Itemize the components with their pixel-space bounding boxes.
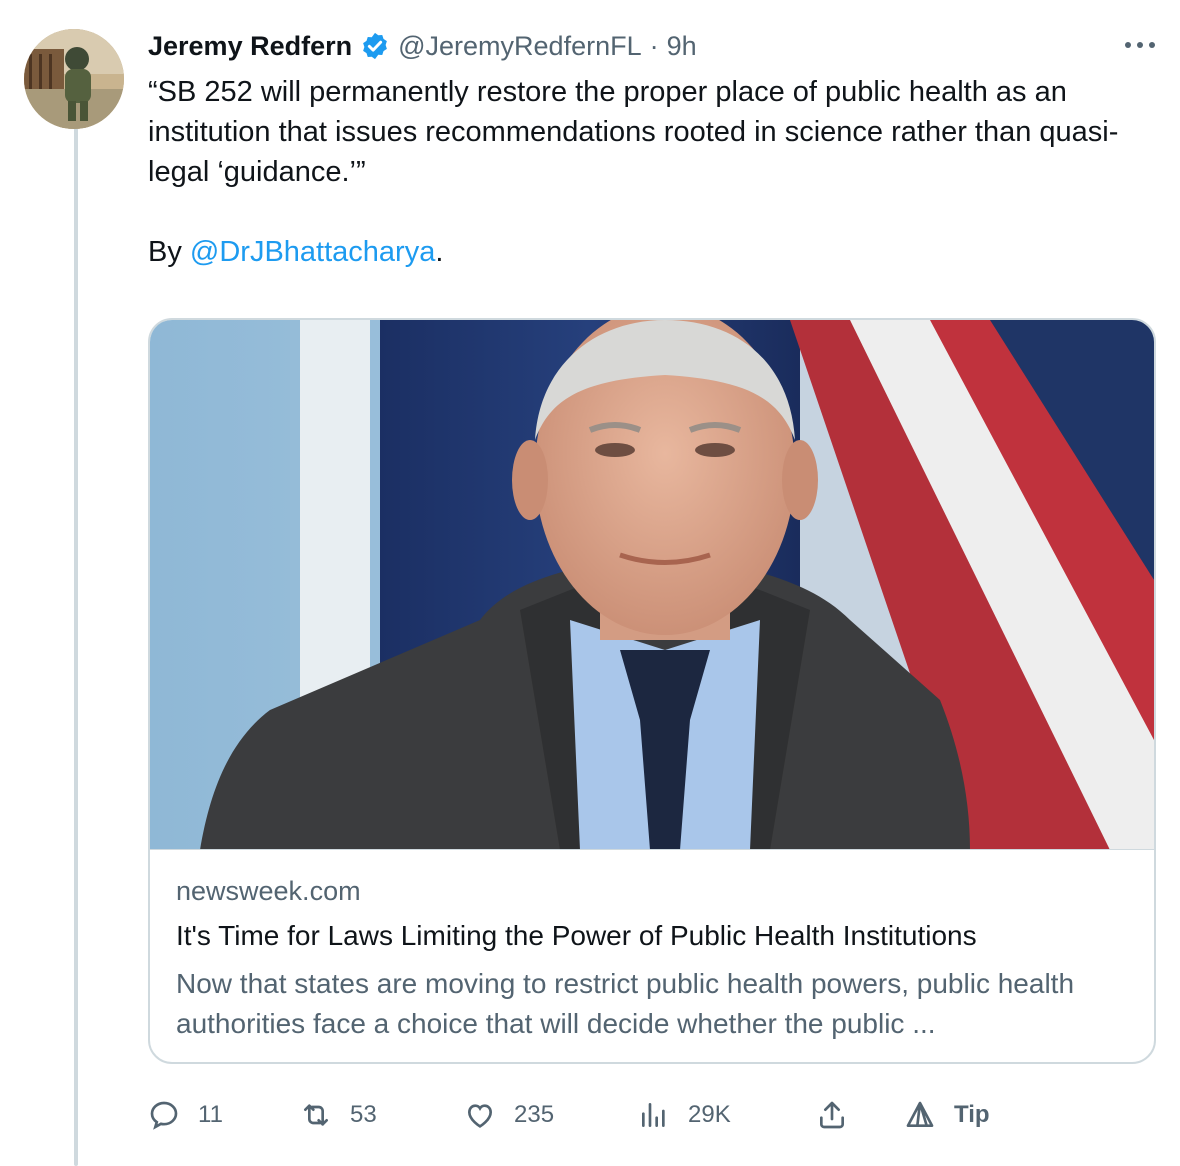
card-image[interactable]	[150, 320, 1154, 850]
author-handle[interactable]: @JeremyRedfernFL	[398, 31, 642, 62]
tip-button[interactable]: Tip	[904, 1090, 990, 1140]
card-divider	[150, 849, 1154, 850]
like-icon	[467, 1104, 493, 1128]
share-button[interactable]	[816, 1090, 866, 1140]
retweet-button[interactable]: 53	[300, 1090, 377, 1140]
retweet-icon	[304, 1104, 328, 1126]
separator-dot: ·	[649, 30, 659, 61]
views-button[interactable]: 29K	[638, 1090, 731, 1140]
byline-prefix: By	[148, 236, 190, 268]
views-icon	[642, 1103, 665, 1127]
action-bar: 11 53 235 29K Tip	[148, 1090, 1158, 1140]
like-button[interactable]: 235	[464, 1090, 554, 1140]
reply-button[interactable]: 11	[148, 1090, 223, 1140]
tip-icon	[906, 1101, 934, 1127]
avatar[interactable]	[24, 29, 124, 129]
tip-label: Tip	[954, 1101, 990, 1128]
thread-line	[74, 128, 78, 1166]
retweet-count: 53	[350, 1101, 377, 1128]
reply-count: 11	[198, 1101, 223, 1128]
author-name[interactable]: Jeremy Redfern	[148, 31, 352, 62]
card-title[interactable]: It's Time for Laws Limiting the Power of…	[176, 920, 977, 952]
avatar-image	[24, 29, 124, 129]
tweet-text: “SB 252 will permanently restore the pro…	[148, 72, 1158, 272]
tweet-byline: By @DrJBhattacharya.	[148, 232, 1158, 272]
card-description: Now that states are moving to restrict p…	[176, 968, 1075, 1039]
mention-link[interactable]: @DrJBhattacharya	[190, 236, 435, 268]
reply-icon	[150, 1101, 178, 1130]
card-domain: newsweek.com	[176, 876, 361, 906]
link-card[interactable]: newsweek.com It's Time for Laws Limiting…	[148, 318, 1156, 1064]
like-count: 235	[514, 1101, 555, 1128]
verified-badge-icon	[360, 31, 390, 61]
timestamp[interactable]: 9h	[667, 31, 697, 62]
tweet-quote: “SB 252 will permanently restore the pro…	[148, 76, 1119, 188]
byline-suffix: .	[435, 236, 444, 268]
more-icon[interactable]	[1120, 30, 1160, 60]
tweet-header: Jeremy Redfern @JeremyRedfernFL · 9h	[148, 26, 697, 66]
views-count: 29K	[688, 1101, 731, 1128]
share-icon	[820, 1101, 844, 1129]
